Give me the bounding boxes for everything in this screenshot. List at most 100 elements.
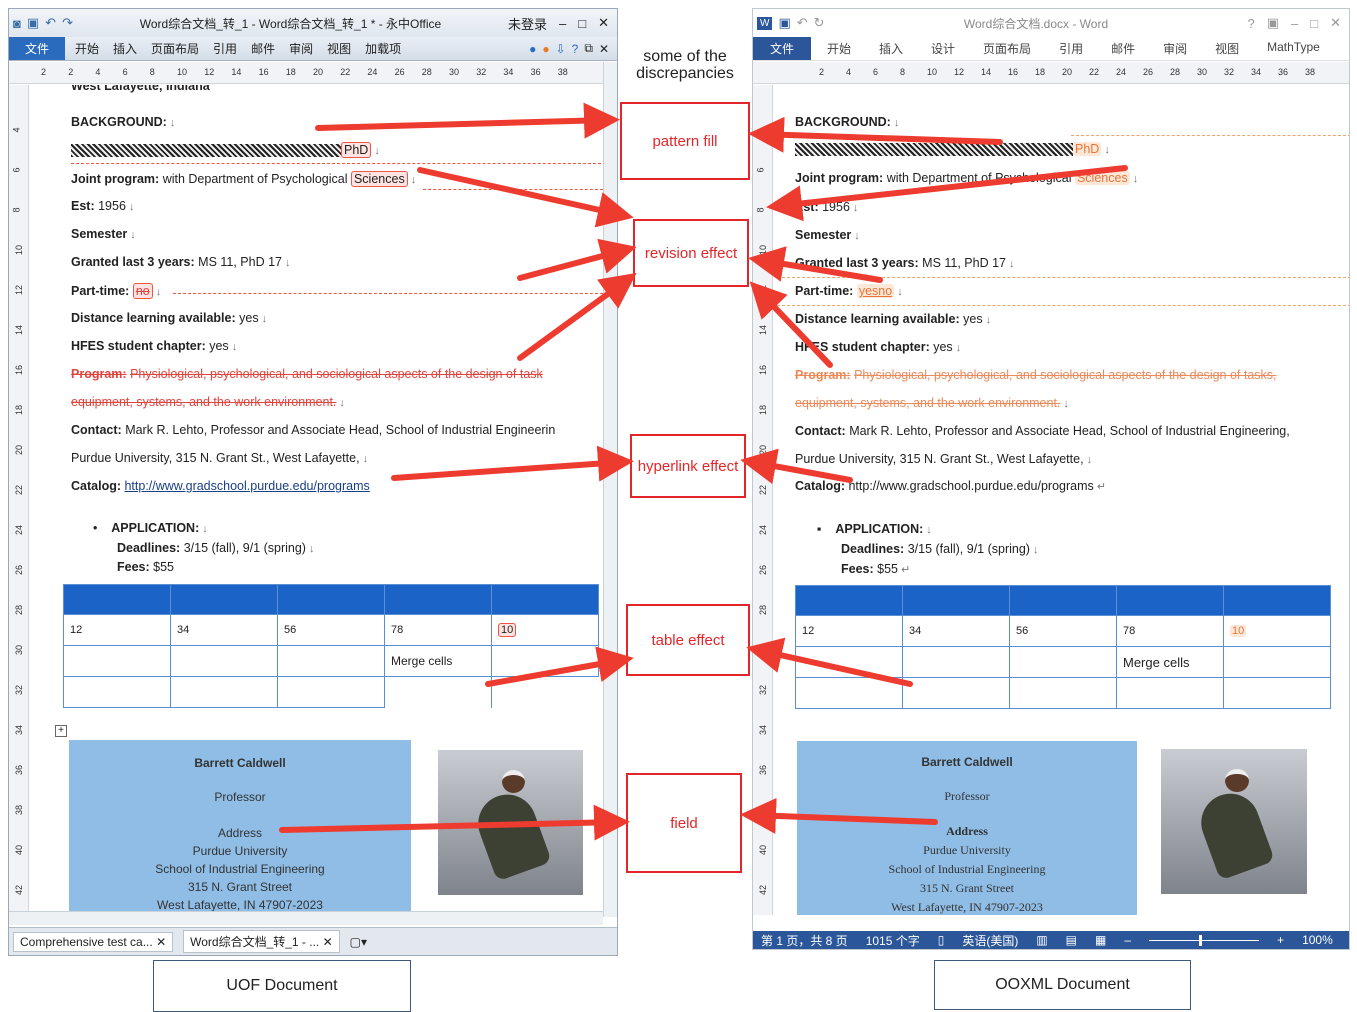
word-count[interactable]: 1015 个字: [866, 932, 920, 949]
ribbon-tab[interactable]: 审阅: [1163, 40, 1187, 57]
ribbon-tab[interactable]: 插入: [113, 40, 137, 57]
uof-table[interactable]: 12 34 56 78 10 Merge cells: [63, 584, 599, 708]
ruler-tick: 30: [449, 67, 460, 77]
horizontal-ruler[interactable]: 2 4 6 8 10 12 14 16 18 20 22 24 26 28 30 32 34 36 38: [753, 62, 1349, 84]
parttime-label: Part-time:: [71, 284, 130, 298]
table-cell[interactable]: 34: [170, 614, 278, 646]
ribbon-tab[interactable]: MathType: [1267, 40, 1320, 57]
word-window-title: Word综合文档.docx - Word: [963, 16, 1109, 31]
bio-city: West Lafayette, IN 47907-2023: [891, 900, 1043, 914]
hfes-line: HFES student chapter: yes ↓: [795, 340, 962, 354]
catalog-link[interactable]: http://www.gradschool.purdue.edu/program…: [124, 479, 369, 493]
close-icon[interactable]: ✕: [1330, 15, 1341, 31]
ribbon-tab[interactable]: 页面布局: [151, 40, 199, 57]
home-icon[interactable]: ●: [542, 42, 549, 56]
save-icon[interactable]: ▣: [27, 15, 39, 31]
ruler-tick: 30: [758, 644, 769, 656]
zoom-out-icon[interactable]: –: [1124, 933, 1131, 947]
ribbon-tab[interactable]: 插入: [879, 40, 903, 57]
ruler-tick: 40: [14, 844, 25, 856]
horizontal-ruler[interactable]: 2 2 4 6 8 10 12 14 16 18 20 22 24 26 28 30 32 34 36 38: [9, 62, 617, 84]
close-doc-icon[interactable]: ✕: [599, 42, 609, 56]
table-cell[interactable]: 56: [277, 614, 385, 646]
print-layout-icon[interactable]: ▤: [1066, 933, 1077, 947]
read-mode-icon[interactable]: ▥: [1036, 933, 1047, 947]
ribbon-tab[interactable]: 邮件: [251, 40, 275, 57]
ruler-tick: 18: [285, 67, 296, 77]
ruler-tick: 12: [204, 67, 215, 77]
download-icon[interactable]: ⇩: [556, 42, 566, 56]
language[interactable]: 英语(美国): [962, 932, 1018, 949]
bio-title: Professor: [214, 790, 266, 804]
ribbon-tab[interactable]: 审阅: [289, 40, 313, 57]
ribbon-tab[interactable]: 邮件: [1111, 40, 1135, 57]
minimize-icon[interactable]: –: [1291, 16, 1298, 31]
ribbon-tab[interactable]: 设计: [931, 40, 955, 57]
ooxml-table[interactable]: 12 34 56 78 10 Merge cells: [795, 585, 1331, 709]
ribbon-tab[interactable]: 页面布局: [983, 40, 1031, 57]
login-button[interactable]: 未登录: [508, 14, 547, 33]
ooxml-document-page[interactable]: BACKGROUND: ↓ PhD ↓ Joint program: with De…: [777, 85, 1349, 915]
file-tab[interactable]: 文件: [9, 37, 65, 60]
maximize-icon[interactable]: □: [578, 16, 586, 31]
ribbon-tab[interactable]: 引用: [213, 40, 237, 57]
table-cell[interactable]: 34: [902, 615, 1010, 647]
vertical-scrollbar[interactable]: [603, 62, 617, 917]
bio-name: Barrett Caldwell: [194, 756, 286, 770]
catalog-link[interactable]: http://www.gradschool.purdue.edu/program…: [848, 479, 1093, 493]
distance-value: yes: [963, 312, 983, 326]
uof-document-page[interactable]: West Lafayette, Indiana BACKGROUND: ↓ PhD…: [33, 85, 605, 915]
new-tab-icon[interactable]: ▢▾: [350, 935, 367, 949]
ribbon-tab[interactable]: 加载项: [365, 40, 401, 57]
ruler-tick: 4: [95, 67, 101, 77]
help-icon[interactable]: ●: [529, 42, 536, 56]
proofing-icon[interactable]: ▯: [938, 933, 945, 947]
undo-icon[interactable]: ↶: [45, 15, 56, 31]
table-cell[interactable]: 10: [491, 614, 599, 646]
help-icon[interactable]: ?: [1247, 16, 1254, 31]
granted-label: Granted last 3 years:: [795, 256, 919, 270]
pattern-fill-run: [71, 144, 341, 158]
merge-cells[interactable]: Merge cells: [384, 645, 492, 677]
doc-tab[interactable]: Word综合文档_转_1 - ... ✕: [183, 930, 340, 953]
file-tab[interactable]: 文件: [753, 37, 811, 60]
table-cell[interactable]: 78: [384, 614, 492, 646]
minimize-icon[interactable]: –: [559, 16, 566, 31]
web-layout-icon[interactable]: ▦: [1095, 933, 1106, 947]
table-cell[interactable]: 10: [1223, 615, 1331, 647]
application-label: APPLICATION:: [111, 521, 200, 535]
ribbon-options-icon[interactable]: ▣: [1267, 15, 1279, 31]
ribbon-tab[interactable]: 开始: [75, 40, 99, 57]
table-move-handle[interactable]: +: [55, 725, 67, 737]
ruler-tick: 36: [758, 764, 769, 776]
table-cell[interactable]: 56: [1009, 615, 1117, 647]
table-cell[interactable]: 12: [63, 614, 171, 646]
save-icon[interactable]: ▣: [778, 15, 790, 31]
ribbon-tab[interactable]: 视图: [1215, 40, 1239, 57]
doc-tab[interactable]: Comprehensive test ca... ✕: [13, 931, 174, 952]
zoom-level[interactable]: 100%: [1302, 933, 1333, 947]
zoom-in-icon[interactable]: +: [1277, 933, 1284, 947]
undo-icon[interactable]: ↶: [797, 15, 808, 31]
question-icon[interactable]: ?: [572, 42, 579, 56]
merge-cells[interactable]: Merge cells: [1116, 646, 1224, 678]
restore-icon[interactable]: ⧉: [584, 41, 593, 56]
close-icon[interactable]: ✕: [598, 15, 609, 31]
program-line: Program: Physiological, psychological, a…: [71, 367, 543, 381]
joint-label: Joint program:: [795, 171, 884, 185]
table-cell[interactable]: 12: [795, 615, 903, 647]
ribbon-tab[interactable]: 开始: [827, 40, 851, 57]
maximize-icon[interactable]: □: [1310, 16, 1318, 31]
redo-icon[interactable]: ↻: [814, 15, 825, 31]
ruler-tick: 32: [1224, 67, 1235, 77]
est-label: Est:: [71, 199, 95, 213]
redo-icon[interactable]: ↷: [62, 15, 73, 31]
table-cell-value: 10: [498, 623, 517, 637]
page-count[interactable]: 第 1 页，共 8 页: [761, 932, 848, 949]
table-cell[interactable]: 78: [1116, 615, 1224, 647]
ribbon-tab[interactable]: 视图: [327, 40, 351, 57]
ribbon-tab[interactable]: 引用: [1059, 40, 1083, 57]
horizontal-scrollbar[interactable]: [9, 911, 603, 925]
zoom-slider[interactable]: [1149, 934, 1260, 946]
ruler-tick: 26: [758, 564, 769, 576]
